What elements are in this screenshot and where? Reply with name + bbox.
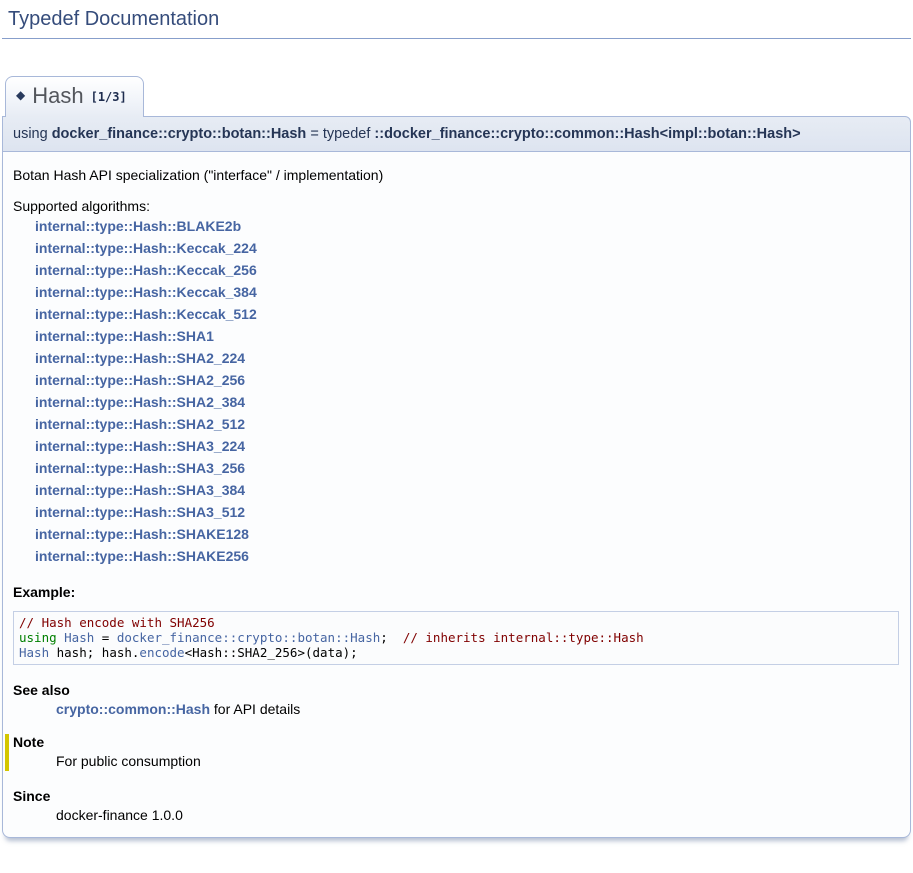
code-line: using Hash = docker_finance::crypto::bot… [19, 630, 893, 645]
see-also-section: See also crypto::common::Hash for API de… [13, 682, 900, 717]
algorithm-link[interactable]: internal::type::Hash::BLAKE2b [35, 215, 900, 237]
code-link-alias[interactable]: docker_finance::crypto::botan::Hash [117, 630, 380, 645]
algorithm-link[interactable]: internal::type::Hash::SHA2_224 [35, 347, 900, 369]
supported-algorithms-label: Supported algorithms: [13, 198, 900, 214]
proto-keyword: using [13, 126, 52, 142]
code-keyword: using [19, 630, 64, 645]
note-label: Note [13, 734, 900, 750]
code-block: // Hash encode with SHA256 using Hash = … [13, 611, 899, 665]
code-text: <Hash::SHA2_256>(data); [185, 645, 358, 660]
member-name: Hash [32, 83, 83, 108]
algorithm-link[interactable]: internal::type::Hash::Keccak_384 [35, 281, 900, 303]
note-text: For public consumption [56, 753, 900, 769]
algorithm-link[interactable]: internal::type::Hash::Keccak_256 [35, 259, 900, 281]
algorithm-link[interactable]: internal::type::Hash::SHA2_512 [35, 413, 900, 435]
code-text: = [94, 630, 117, 645]
algorithm-link[interactable]: internal::type::Hash::Keccak_224 [35, 237, 900, 259]
proto-definition: ::docker_finance::crypto::common::Hash<i… [374, 126, 800, 142]
code-link-hash[interactable]: Hash [19, 645, 49, 660]
see-also-suffix: for API details [210, 701, 300, 717]
code-line: Hash hash; hash.encode<Hash::SHA2_256>(d… [19, 645, 893, 660]
algorithm-link[interactable]: internal::type::Hash::Keccak_512 [35, 303, 900, 325]
code-text: ; [380, 630, 403, 645]
algorithm-link[interactable]: internal::type::Hash::SHAKE128 [35, 523, 900, 545]
typedef-prototype: using docker_finance::crypto::botan::Has… [2, 116, 911, 152]
permalink-diamond-icon[interactable]: ◆ [16, 88, 25, 102]
algorithm-link[interactable]: internal::type::Hash::SHA2_256 [35, 369, 900, 391]
code-link-hash[interactable]: Hash [64, 630, 94, 645]
code-comment: // Hash encode with SHA256 [19, 615, 215, 630]
code-link-encode[interactable]: encode [139, 645, 184, 660]
algorithm-link[interactable]: internal::type::Hash::SHA1 [35, 325, 900, 347]
proto-connector: = typedef [306, 126, 374, 142]
member-item: using docker_finance::crypto::botan::Has… [2, 116, 911, 838]
since-label: Since [13, 788, 900, 804]
algorithm-link[interactable]: internal::type::Hash::SHA2_384 [35, 391, 900, 413]
member-tab-hash[interactable]: ◆ Hash [1/3] [5, 76, 144, 117]
algorithm-link[interactable]: internal::type::Hash::SHA3_512 [35, 501, 900, 523]
algorithm-link[interactable]: internal::type::Hash::SHA3_256 [35, 457, 900, 479]
algorithm-link[interactable]: internal::type::Hash::SHAKE256 [35, 545, 900, 567]
example-section: Example: [13, 584, 900, 600]
code-text: hash; hash. [49, 645, 139, 660]
proto-name: docker_finance::crypto::botan::Hash [52, 126, 307, 142]
example-label: Example: [13, 584, 900, 600]
note-section: Note For public consumption [5, 734, 900, 771]
intro-text: Botan Hash API specialization ("interfac… [13, 167, 900, 183]
code-comment: // inherits internal::type::Hash [403, 630, 644, 645]
member-documentation: Botan Hash API specialization ("interfac… [2, 152, 911, 838]
see-also-label: See also [13, 682, 900, 698]
since-section: Since docker-finance 1.0.0 [13, 788, 900, 823]
algorithm-list: internal::type::Hash::BLAKE2b internal::… [13, 215, 900, 567]
see-also-link[interactable]: crypto::common::Hash [56, 701, 210, 717]
overload-badge: [1/3] [91, 90, 127, 104]
since-text: docker-finance 1.0.0 [56, 807, 900, 823]
algorithm-link[interactable]: internal::type::Hash::SHA3_384 [35, 479, 900, 501]
algorithm-link[interactable]: internal::type::Hash::SHA3_224 [35, 435, 900, 457]
page-title: Typedef Documentation [2, 6, 911, 39]
code-line: // Hash encode with SHA256 [19, 615, 893, 630]
